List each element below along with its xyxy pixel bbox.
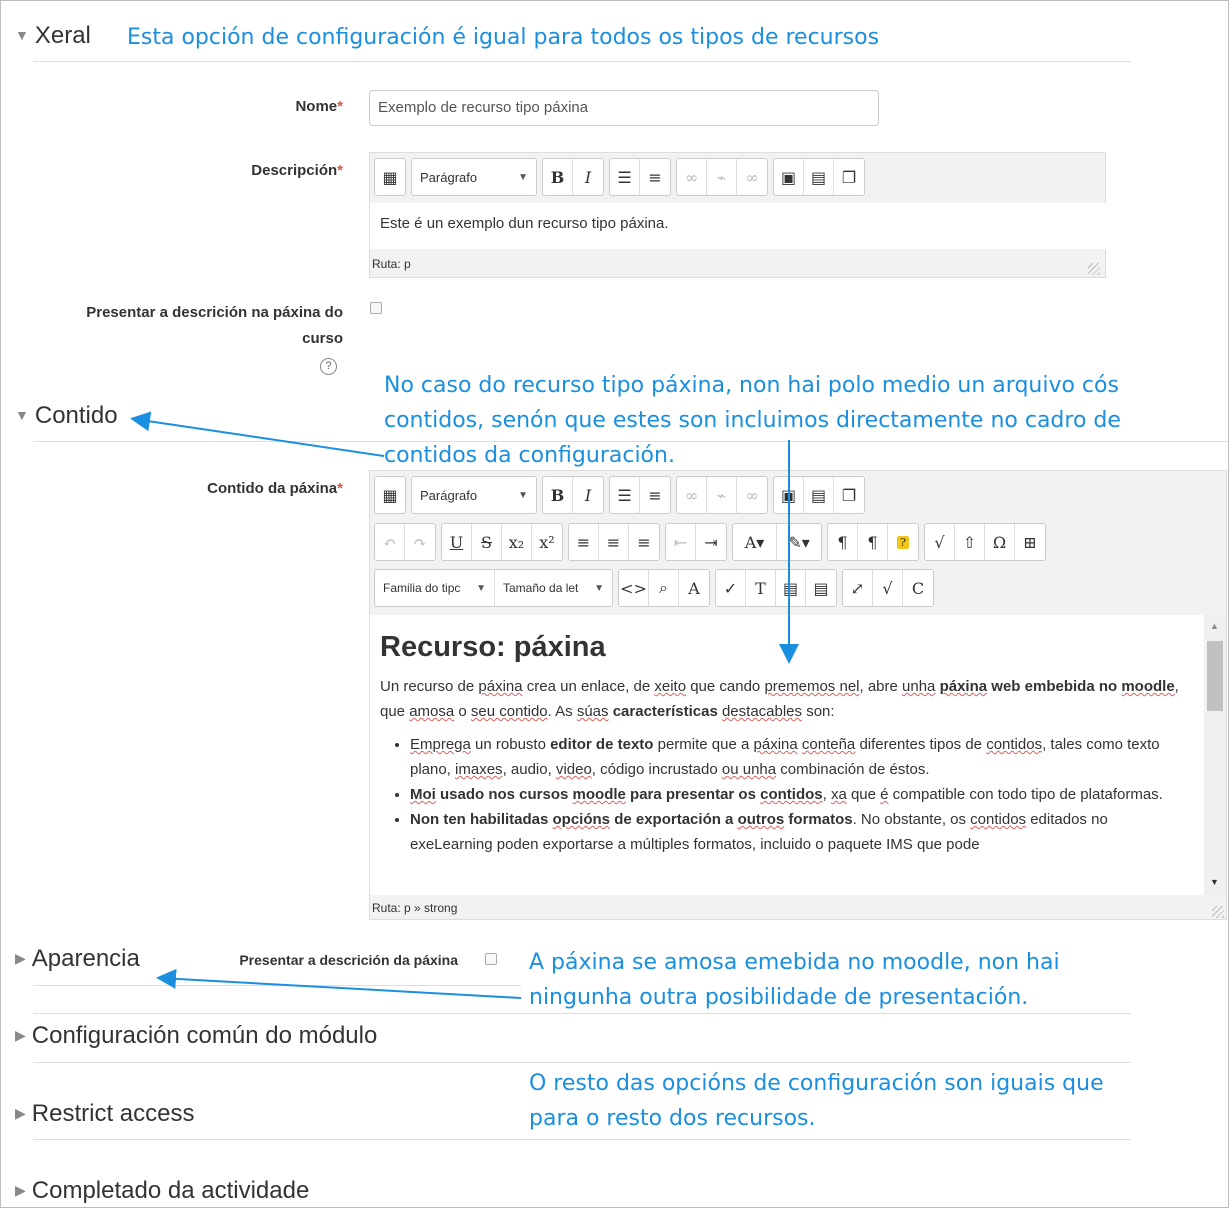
- annotation-arrows: [130, 411, 799, 999]
- arrow-to-aparencia-icon: [156, 968, 522, 999]
- arrow-to-contido-icon: [130, 411, 385, 457]
